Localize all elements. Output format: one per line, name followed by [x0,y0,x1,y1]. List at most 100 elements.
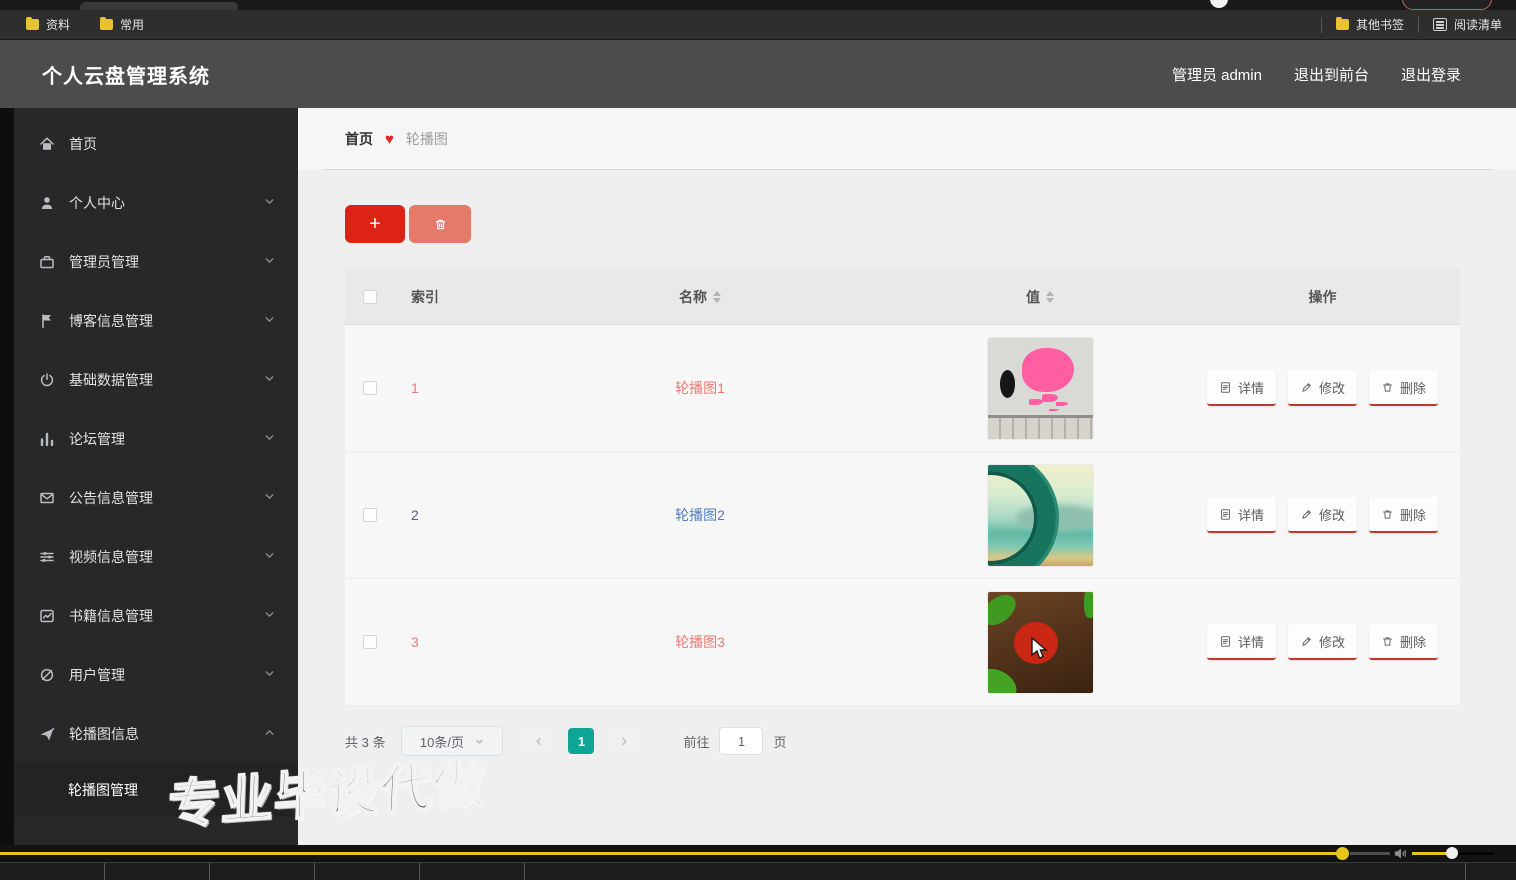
document-icon [1219,508,1232,521]
document-icon [1219,381,1232,394]
reading-list-icon [1433,18,1447,31]
bookmark-folder-changyong[interactable]: 常用 [100,16,144,33]
sidebar-item-forum[interactable]: 论坛管理 [14,409,298,468]
sidebar-item-label: 首页 [69,134,97,154]
sort-icon[interactable] [1046,291,1054,303]
edit-slash-icon [38,666,56,684]
page-unit-label: 页 [773,732,786,751]
toolbar: + [345,205,1460,243]
sidebar-item-carousel-info[interactable]: 轮播图信息 [14,704,298,763]
sort-icon[interactable] [713,291,721,303]
page-number-button[interactable]: 1 [568,728,594,754]
avatar-fragment [1210,0,1228,8]
cell-index: 2 [411,507,419,523]
prev-page-button[interactable] [525,728,551,754]
sidebar-subitem-carousel-management[interactable]: 轮播图管理 [14,763,298,817]
filmstrip-cell [210,863,315,880]
speaker-icon[interactable] [1394,847,1408,860]
carousel-table: 索引 名称 值 操作 1 [345,269,1460,706]
sidebar-item-announcement[interactable]: 公告信息管理 [14,468,298,527]
bookmark-label: 其他书签 [1356,16,1404,33]
edit-button[interactable]: 修改 [1288,624,1357,660]
chevron-down-icon [263,254,276,270]
sidebar-item-book-info[interactable]: 书籍信息管理 [14,586,298,645]
filmstrip-cell [0,863,105,880]
admin-user-label[interactable]: 管理员 admin [1172,64,1262,85]
volume-remaining [1458,852,1494,855]
delete-button[interactable]: 删除 [1369,370,1438,406]
edit-button[interactable]: 修改 [1288,370,1357,406]
chevron-down-icon [263,608,276,624]
pen-icon [1300,508,1313,521]
sidebar-item-personal-center[interactable]: 个人中心 [14,173,298,232]
total-count-label: 共 3 条 [345,732,385,751]
select-all-checkbox[interactable] [363,290,377,304]
sidebar-item-label: 个人中心 [69,193,125,213]
browser-top-edge [0,0,1516,10]
heart-icon: ♥ [385,131,394,148]
document-icon [1219,635,1232,648]
batch-delete-button[interactable] [409,205,471,243]
trash-icon [1381,635,1394,648]
other-bookmarks[interactable]: 其他书签 [1336,16,1404,33]
sidebar-item-label: 公告信息管理 [69,488,153,508]
filmstrip-cell [315,863,420,880]
breadcrumb-current: 轮播图 [406,129,448,149]
progress-handle[interactable] [1336,847,1349,860]
trash-icon [1381,381,1394,394]
column-header-name: 名称 [679,287,707,307]
logout-link[interactable]: 退出登录 [1401,64,1461,85]
sliders-icon [38,548,56,566]
volume-handle[interactable] [1446,847,1458,859]
column-header-index: 索引 [395,287,505,307]
detail-button[interactable]: 详情 [1207,370,1276,406]
cell-index: 3 [411,634,419,650]
detail-button[interactable]: 详情 [1207,497,1276,533]
chevron-down-icon [263,313,276,329]
add-button[interactable]: + [345,205,405,243]
mouse-cursor-icon [1030,637,1050,661]
exit-to-front-link[interactable]: 退出到前台 [1294,64,1369,85]
table-row: 3 轮播图3 详情 修改 删除 [345,579,1460,706]
row-checkbox[interactable] [363,381,377,395]
filmstrip-cell [420,863,525,880]
screen: 资料 常用 其他书签 阅读清单 个人云盘管理系统 管理员 admin 退出到前台… [0,0,1516,880]
sidebar-item-admin-management[interactable]: 管理员管理 [14,232,298,291]
row-checkbox[interactable] [363,635,377,649]
goto-page-input[interactable] [719,727,763,755]
divider [1321,17,1322,33]
bookmark-label: 阅读清单 [1454,16,1502,33]
page-size-select[interactable]: 10条/页 [401,726,503,756]
carousel-image-3[interactable] [988,592,1093,693]
sidebar-item-user-management[interactable]: 用户管理 [14,645,298,704]
column-header-actions: 操作 [1185,287,1460,307]
chevron-down-icon [263,667,276,683]
progress-track[interactable] [0,852,1342,855]
chevron-up-icon [263,726,276,742]
sidebar-item-base-data[interactable]: 基础数据管理 [14,350,298,409]
carousel-image-2[interactable] [988,465,1093,566]
pagination: 共 3 条 10条/页 1 前往 页 [345,726,1460,756]
carousel-image-1[interactable] [988,338,1093,439]
sidebar: 首页 个人中心 管理员管理 博客信息管理 基础数据管理 [0,108,298,845]
cell-name: 轮播图2 [675,505,725,525]
table-header: 索引 名称 值 操作 [345,269,1460,325]
row-checkbox[interactable] [363,508,377,522]
reading-list[interactable]: 阅读清单 [1433,16,1502,33]
goto-label: 前往 [683,732,709,751]
progress-remaining [1350,852,1390,855]
breadcrumb-home[interactable]: 首页 [345,129,373,149]
sidebar-item-label: 论坛管理 [69,429,125,449]
sidebar-item-home[interactable]: 首页 [14,114,298,173]
sidebar-item-label: 管理员管理 [69,252,139,272]
detail-button[interactable]: 详情 [1207,624,1276,660]
chevron-down-icon [263,490,276,506]
edit-button[interactable]: 修改 [1288,497,1357,533]
sidebar-item-video-info[interactable]: 视频信息管理 [14,527,298,586]
bookmark-folder-zilao[interactable]: 资料 [26,16,70,33]
flag-icon [38,312,56,330]
sidebar-item-blog-info[interactable]: 博客信息管理 [14,291,298,350]
next-page-button[interactable] [611,728,637,754]
delete-button[interactable]: 删除 [1369,624,1438,660]
delete-button[interactable]: 删除 [1369,497,1438,533]
